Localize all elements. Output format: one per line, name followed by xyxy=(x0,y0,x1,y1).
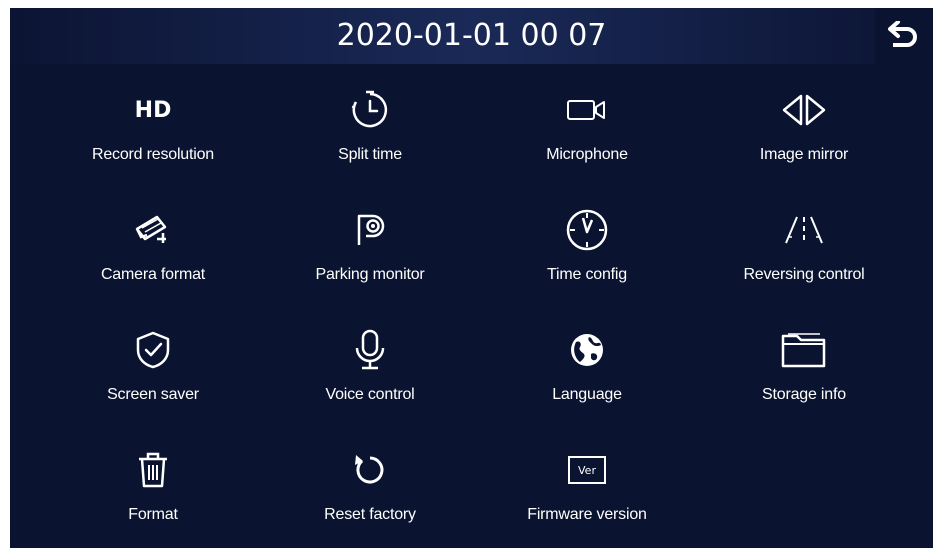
menu-item-language[interactable]: Language xyxy=(487,308,687,418)
menu-item-format[interactable]: Format xyxy=(53,428,253,538)
menu-item-label: Record resolution xyxy=(92,146,214,163)
menu-item-image-mirror[interactable]: Image mirror xyxy=(704,68,904,178)
menu-item-label: Format xyxy=(128,506,178,523)
settings-screen: 2020-01-01 00 07 HD Record resolution Sp… xyxy=(10,8,933,548)
reversing-lines-icon xyxy=(785,216,823,244)
back-button[interactable] xyxy=(875,8,933,64)
menu-item-label: Screen saver xyxy=(107,386,199,403)
header-bar: 2020-01-01 00 07 xyxy=(10,8,933,64)
menu-item-label: Camera format xyxy=(100,266,206,283)
menu-item-split-time[interactable]: Split time xyxy=(270,68,470,178)
menu-item-label: Split time xyxy=(338,146,402,163)
menu-grid: HD Record resolution Split time Micropho… xyxy=(10,64,933,548)
menu-item-time-config[interactable]: Time config xyxy=(487,188,687,298)
cctv-camera-icon xyxy=(135,215,167,243)
menu-item-voice-control[interactable]: Voice control xyxy=(270,308,470,418)
timer-icon xyxy=(351,90,388,128)
datetime-display: 2020-01-01 00 07 xyxy=(336,18,607,53)
menu-item-firmware-version[interactable]: Ver Firmware version xyxy=(487,428,687,538)
menu-item-camera-format[interactable]: Camera format xyxy=(53,188,253,298)
menu-item-label: Image mirror xyxy=(759,146,849,163)
trash-icon xyxy=(139,452,167,488)
ver-icon: Ver xyxy=(568,456,606,484)
globe-icon xyxy=(571,334,603,366)
menu-item-label: Microphone xyxy=(546,146,628,163)
menu-item-reset-factory[interactable]: Reset factory xyxy=(270,428,470,538)
clock-icon xyxy=(566,209,608,251)
menu-item-label: Reversing control xyxy=(743,266,865,283)
menu-item-reversing-control[interactable]: Reversing control xyxy=(704,188,904,298)
menu-item-label: Voice control xyxy=(325,386,415,403)
video-camera-icon xyxy=(567,100,605,120)
menu-item-screen-saver[interactable]: Screen saver xyxy=(53,308,253,418)
menu-item-storage-info[interactable]: Storage info xyxy=(704,308,904,418)
menu-item-label: Reset factory xyxy=(324,506,416,523)
menu-item-record-resolution[interactable]: HD Record resolution xyxy=(53,68,253,178)
menu-item-label: Storage info xyxy=(762,386,846,403)
folder-icon xyxy=(781,333,826,368)
back-arrow-icon xyxy=(888,21,917,47)
reset-icon xyxy=(355,455,384,484)
shield-check-icon xyxy=(136,331,170,369)
parking-icon xyxy=(357,214,385,245)
mirror-icon xyxy=(782,94,826,126)
menu-item-microphone[interactable]: Microphone xyxy=(487,68,687,178)
ver-icon-text: Ver xyxy=(578,463,596,477)
menu-item-label: Time config xyxy=(547,266,627,283)
hd-icon: HD xyxy=(134,97,172,123)
menu-item-label: Parking monitor xyxy=(315,266,425,283)
menu-item-parking-monitor[interactable]: Parking monitor xyxy=(270,188,470,298)
menu-item-label: Firmware version xyxy=(527,506,647,523)
menu-item-label: Language xyxy=(552,386,622,403)
microphone-icon xyxy=(355,329,385,370)
